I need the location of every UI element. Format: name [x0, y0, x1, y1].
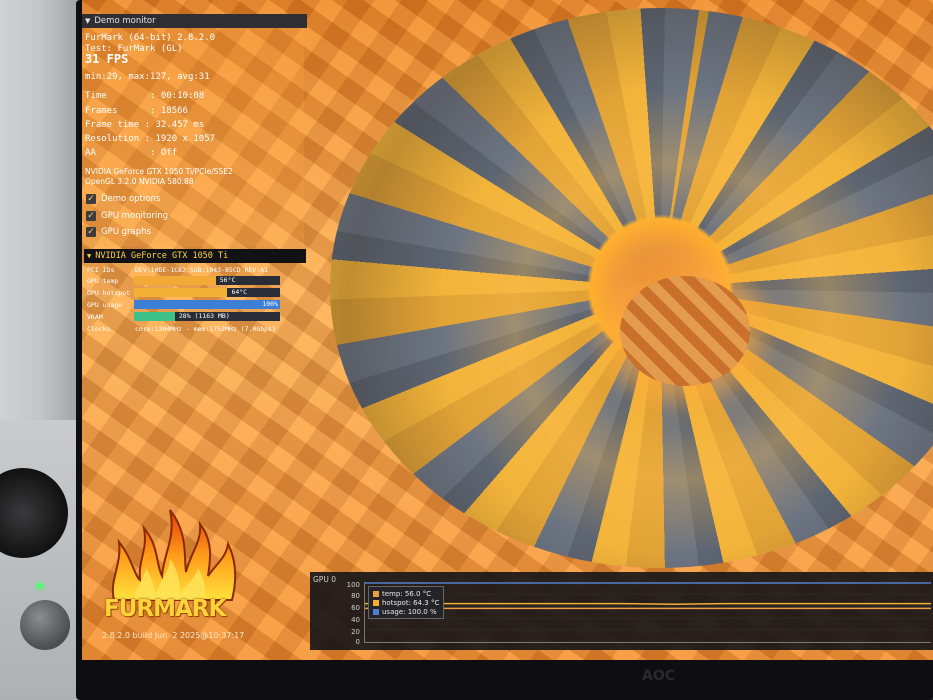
gpu-hotspot-fill [134, 288, 228, 297]
gpu-graph-panel: GPU 0 100 80 60 40 20 0 temp: 56.0 °C ho… [310, 572, 933, 650]
y-tick-label: 80 [351, 592, 360, 600]
resolution-readout: Resolution : 1920 x 1057 [85, 134, 216, 144]
y-tick-label: 60 [351, 604, 360, 612]
graph-lines [365, 581, 931, 643]
gpu-temp-label: GPU temp [87, 277, 119, 285]
opengl-version: OpenGL 3.2.0 NVIDIA 580.88 [85, 177, 194, 186]
legend-swatch [373, 599, 379, 606]
demo-options-toggle[interactable]: ✓ Demo options [86, 194, 160, 204]
time-readout: Time : 00:10:08 [85, 91, 205, 101]
graph-plot-area [364, 581, 931, 643]
legend-item-usage: usage: 100.0 % [373, 607, 439, 616]
legend-temp-label: temp: 56.0 °C [382, 589, 432, 598]
speaker-volume-knob [20, 600, 70, 650]
legend-item-temp: temp: 56.0 °C [373, 589, 439, 598]
y-tick-label: 0 [355, 638, 360, 646]
demo-monitor-header[interactable]: ▼ Demo monitor [82, 14, 307, 28]
build-info: 2.8.2.0 build Jun 2 2025@10:37:17 [102, 631, 245, 640]
legend-swatch [373, 608, 379, 615]
monitor-brand-logo: AOC [642, 668, 676, 684]
graph-legend: temp: 56.0 °C hotspot: 64.3 °C usage: 10… [368, 586, 445, 619]
gpu-graphs-label: GPU graphs [101, 227, 151, 237]
gpu-hotspot-bar: 64°C [134, 288, 280, 297]
donut-center [620, 276, 750, 386]
aa-readout: AA : Off [85, 148, 178, 158]
gpu-hotspot-text: 64°C [231, 288, 248, 296]
y-tick-label: 100 [346, 581, 360, 589]
speaker-power-led [37, 583, 43, 589]
legend-item-hotspot: hotspot: 64.3 °C [373, 598, 439, 607]
gpu-name: NVIDIA GeForce GTX 1050 Ti [95, 251, 229, 261]
gpu-temp-fill [134, 276, 216, 285]
pci-ids-label: PCI IDs [87, 266, 115, 274]
gpu-renderer: NVIDIA GeForce GTX 1050 Ti/PCIe/SSE2 [85, 167, 233, 176]
pci-ids-value: DEV:10DE-1C82 SUB:1043-85CD REV:A1 [135, 266, 269, 274]
gpu-graphs-toggle[interactable]: ✓ GPU graphs [86, 227, 151, 237]
y-tick-label: 20 [351, 628, 360, 636]
furmark-window[interactable]: ▼ Demo monitor FurMark (64-bit) 2.8.2.0 T… [82, 0, 933, 660]
frame-time-readout: Frame time : 32.457 ms [85, 120, 205, 130]
fps-readout: 31 FPS [85, 52, 129, 66]
gpu-usage-fill [134, 300, 280, 309]
graph-title: GPU 0 [313, 575, 336, 584]
checkmark-icon: ✓ [86, 211, 96, 221]
y-tick-label: 40 [351, 616, 360, 624]
furmark-logo-text: FURMARK [104, 596, 226, 622]
gpu-section-header[interactable]: ▼ NVIDIA GeForce GTX 1050 Ti [84, 249, 306, 263]
gpu-usage-label: GPU usage [87, 301, 123, 309]
demo-options-label: Demo options [101, 194, 161, 204]
checkmark-icon: ✓ [86, 227, 96, 237]
clocks-label: Clocks [87, 325, 111, 333]
speaker [0, 420, 80, 700]
demo-monitor-panel: ▼ Demo monitor FurMark (64-bit) 2.8.2.0 T… [82, 14, 307, 246]
app-title: FurMark (64-bit) 2.8.2.0 [85, 33, 216, 43]
gpu-temp-text: 56°C [219, 276, 236, 284]
legend-swatch [373, 590, 379, 597]
legend-hotspot-label: hotspot: 64.3 °C [382, 598, 440, 607]
gpu-monitoring-label: GPU monitoring [101, 211, 169, 221]
collapse-arrow-icon[interactable]: ▼ [87, 252, 91, 260]
gpu-usage-text: 100% [262, 300, 278, 308]
vram-text: 28% (1163 MB) [178, 312, 230, 320]
gpu-temp-bar: 56°C [134, 276, 280, 285]
clocks-value: core:1304MHz - mem:1752MHz (7.0Gbps) [135, 325, 276, 333]
gpu-hotspot-label: GPU hotspot [87, 289, 131, 297]
vram-label: VRAM [87, 313, 103, 321]
furmark-render-donut [330, 8, 933, 568]
graph-series-line-1 [365, 602, 931, 605]
demo-monitor-title: Demo monitor [94, 16, 156, 26]
legend-usage-label: usage: 100.0 % [382, 607, 437, 616]
frames-readout: Frames : 18566 [85, 106, 188, 116]
collapse-arrow-icon[interactable]: ▼ [85, 14, 90, 28]
gpu-monitoring-toggle[interactable]: ✓ GPU monitoring [86, 211, 168, 221]
vram-bar: 28% (1163 MB) [134, 312, 280, 321]
checkmark-icon: ✓ [86, 194, 96, 204]
vram-fill [134, 312, 175, 321]
fps-stats: min:29, max:127, avg:31 [85, 72, 210, 82]
gpu-usage-bar: 100% [134, 300, 280, 309]
